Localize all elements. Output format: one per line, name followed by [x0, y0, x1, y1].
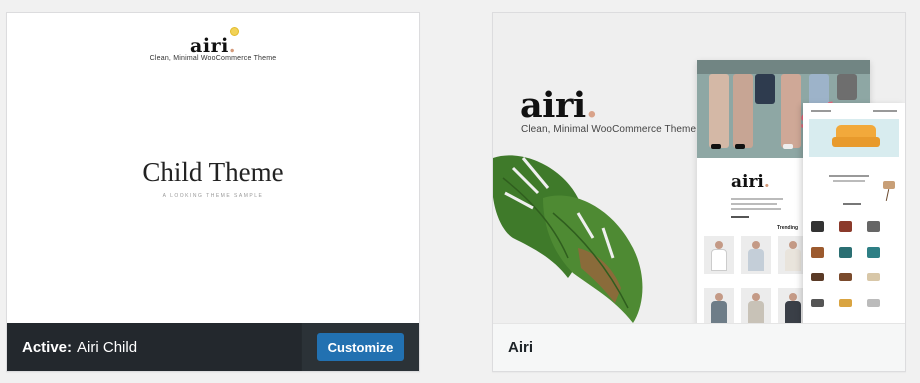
- table-icon: [811, 273, 824, 281]
- monstera-leaf-image: [493, 155, 643, 323]
- product-thumbnail: [704, 236, 734, 274]
- theme-screenshot[interactable]: airi. Clean, Minimal WooCommerce Theme C…: [7, 13, 419, 323]
- model-leg: [733, 74, 753, 148]
- chair-icon: [883, 181, 895, 189]
- child-theme-subheading: A LOOKING THEME SAMPLE: [162, 193, 264, 199]
- chair-icon: [867, 247, 880, 258]
- product-thumbnail: [741, 236, 771, 274]
- placeholder-text-line: [833, 180, 865, 182]
- model-shorts: [755, 74, 775, 104]
- theme-actions: Customize: [301, 323, 419, 371]
- table-icon: [811, 299, 824, 307]
- customize-button[interactable]: Customize: [316, 333, 405, 361]
- theme-card-footer: Active: Airi Child Customize: [7, 323, 419, 371]
- theme-logo: airi.: [190, 35, 236, 57]
- theme-logo: airi.: [520, 85, 598, 126]
- model-leg: [709, 74, 729, 148]
- placeholder-text-line: [843, 203, 861, 205]
- lamp-icon: [839, 299, 852, 307]
- shoe: [735, 144, 745, 149]
- theme-tagline: Clean, Minimal WooCommerce Theme: [149, 55, 277, 62]
- chair-icon: [839, 247, 852, 258]
- theme-card-footer: Airi: [493, 323, 905, 371]
- theme-card-airi[interactable]: airi. Clean, Minimal WooCommerce Theme a…: [492, 12, 906, 372]
- theme-name-text: Airi Child: [77, 338, 138, 356]
- theme-name: Airi: [508, 339, 534, 356]
- placeholder-text-line: [811, 110, 831, 112]
- child-theme-heading: Child Theme: [142, 157, 284, 187]
- theme-card-airi-child[interactable]: airi. Clean, Minimal WooCommerce Theme C…: [6, 12, 420, 372]
- mockup-logo: airi.: [731, 172, 770, 192]
- table-icon: [839, 273, 852, 281]
- theme-tagline: Clean, Minimal WooCommerce Theme: [521, 124, 697, 135]
- product-thumbnail: [741, 288, 771, 323]
- lamp-icon: [867, 299, 880, 307]
- chair-icon: [811, 221, 824, 232]
- trending-label: Trending: [777, 225, 799, 231]
- placeholder-text-line: [731, 198, 783, 200]
- sofa-icon: [867, 221, 880, 232]
- lamp-icon: [867, 273, 880, 281]
- sofa-hero-image: [809, 119, 899, 157]
- placeholder-text-line: [873, 110, 897, 112]
- chair-icon: [839, 221, 852, 232]
- shoe: [711, 144, 721, 149]
- mockup-nav-bar: [697, 60, 870, 74]
- placeholder-link-line: [731, 216, 749, 218]
- furniture-preview-mockup: [803, 103, 905, 323]
- placeholder-text-line: [731, 208, 781, 210]
- active-label: Active:: [22, 338, 73, 356]
- shoe: [783, 144, 793, 149]
- theme-name: Active: Airi Child: [7, 339, 301, 356]
- product-thumbnail: [704, 288, 734, 323]
- badge-dot-icon: [230, 27, 239, 36]
- placeholder-text-line: [731, 203, 777, 205]
- theme-screenshot[interactable]: airi. Clean, Minimal WooCommerce Theme a…: [493, 13, 905, 323]
- placeholder-text-line: [829, 175, 869, 177]
- chair-icon: [811, 247, 824, 258]
